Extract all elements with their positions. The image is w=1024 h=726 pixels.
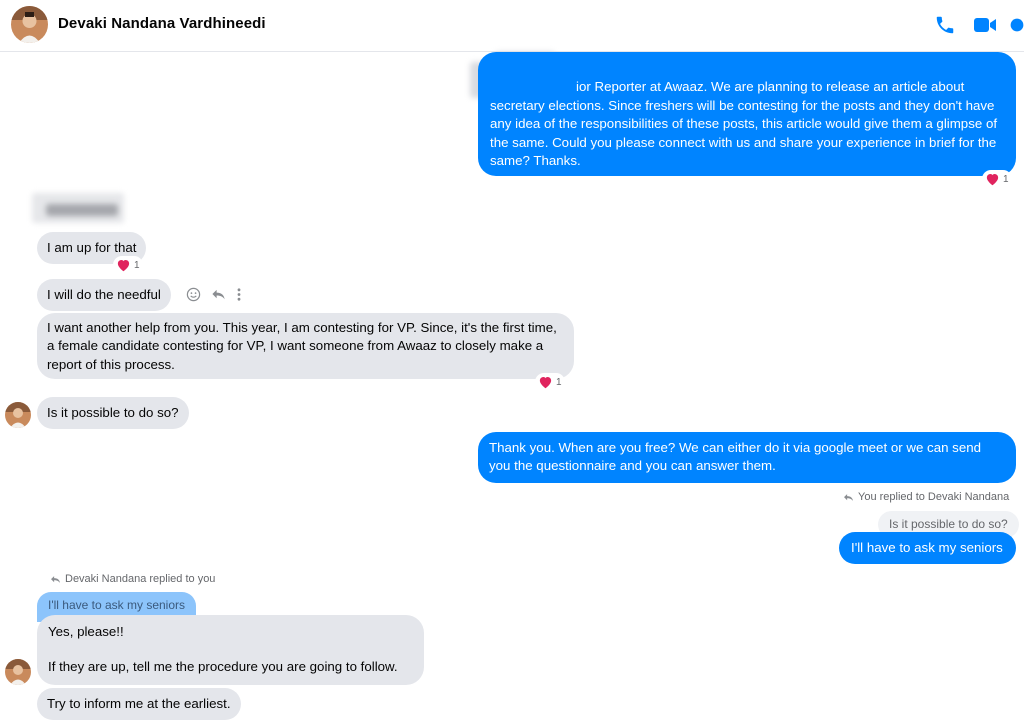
video-camera-icon[interactable] [972,12,998,38]
reply-note: Devaki Nandana replied to you [50,573,215,585]
reply-note: You replied to Devaki Nandana [843,491,1009,503]
reply-note-text: Devaki Nandana replied to you [65,573,216,585]
message-bubble-incoming[interactable]: Yes, please!! If they are up, tell me th… [37,615,424,685]
reaction-count: 1 [134,259,140,271]
vertical-dots-icon[interactable] [236,287,242,302]
heart-icon [539,377,552,389]
reaction-badge[interactable]: 1 [982,170,1012,188]
message-text: Is it possible to do so? [47,405,179,420]
reply-arrow-icon[interactable] [211,287,226,302]
message-bubble-outgoing[interactable]: I'll have to ask my seniors [839,532,1016,564]
message-text: If they are up, tell me the procedure yo… [48,659,398,675]
message-text: I want another help from you. This year,… [47,320,557,372]
message-text: Thank you. When are you free? We can eit… [489,440,982,474]
quoted-text: I'll have to ask my seniors [48,598,186,612]
message-text: ior Reporter at Awaaz. We are planning t… [576,79,965,94]
message-bubble-incoming[interactable]: I will do the needful [37,279,171,311]
phone-icon[interactable] [932,12,958,38]
message-text: Try to inform me at the earliest. [47,696,231,711]
reaction-badge[interactable]: 1 [535,373,565,391]
heart-icon [117,260,130,272]
reaction-badge[interactable]: 1 [113,256,143,274]
message-bubble-outgoing[interactable]: Thank you. When are you free? We can eit… [478,432,1016,483]
message-text: I am up for that [47,240,137,255]
contact-name[interactable]: Devaki Nandana Vardhineedi [58,15,266,32]
heart-icon [986,174,999,186]
message-actions [186,287,242,302]
chat-header: Devaki Nandana Vardhineedi [0,0,1024,52]
smiley-icon[interactable] [186,287,201,302]
message-text: I'll have to ask my seniors [851,540,1003,555]
message-bubble-incoming[interactable]: Is it possible to do so? [37,397,189,429]
sender-avatar[interactable] [5,659,31,685]
reply-arrow-icon [51,575,60,583]
contact-avatar[interactable] [11,6,48,43]
message-text-body: secretary elections. Since freshers will… [490,97,1012,170]
message-text: Yes, please!! [48,624,124,639]
message-bubble-incoming[interactable]: I want another help from you. This year,… [37,313,574,379]
message-text: ior Reporter at Awaaz. We are planning t… [490,78,1004,96]
message-text: I will do the needful [47,287,161,302]
message-bubble-incoming[interactable]: Try to inform me at the earliest. [37,688,241,720]
reply-arrow-icon [844,493,853,501]
quoted-text: Is it possible to do so? [889,517,1008,531]
reply-note-text: You replied to Devaki Nandana [858,491,1010,503]
info-icon[interactable] [1010,12,1024,38]
reaction-count: 1 [1003,173,1009,185]
redacted-text [46,204,118,216]
sender-avatar[interactable] [5,402,31,428]
message-text: secretary elections. Since freshers will… [490,98,998,168]
reaction-count: 1 [556,376,562,388]
